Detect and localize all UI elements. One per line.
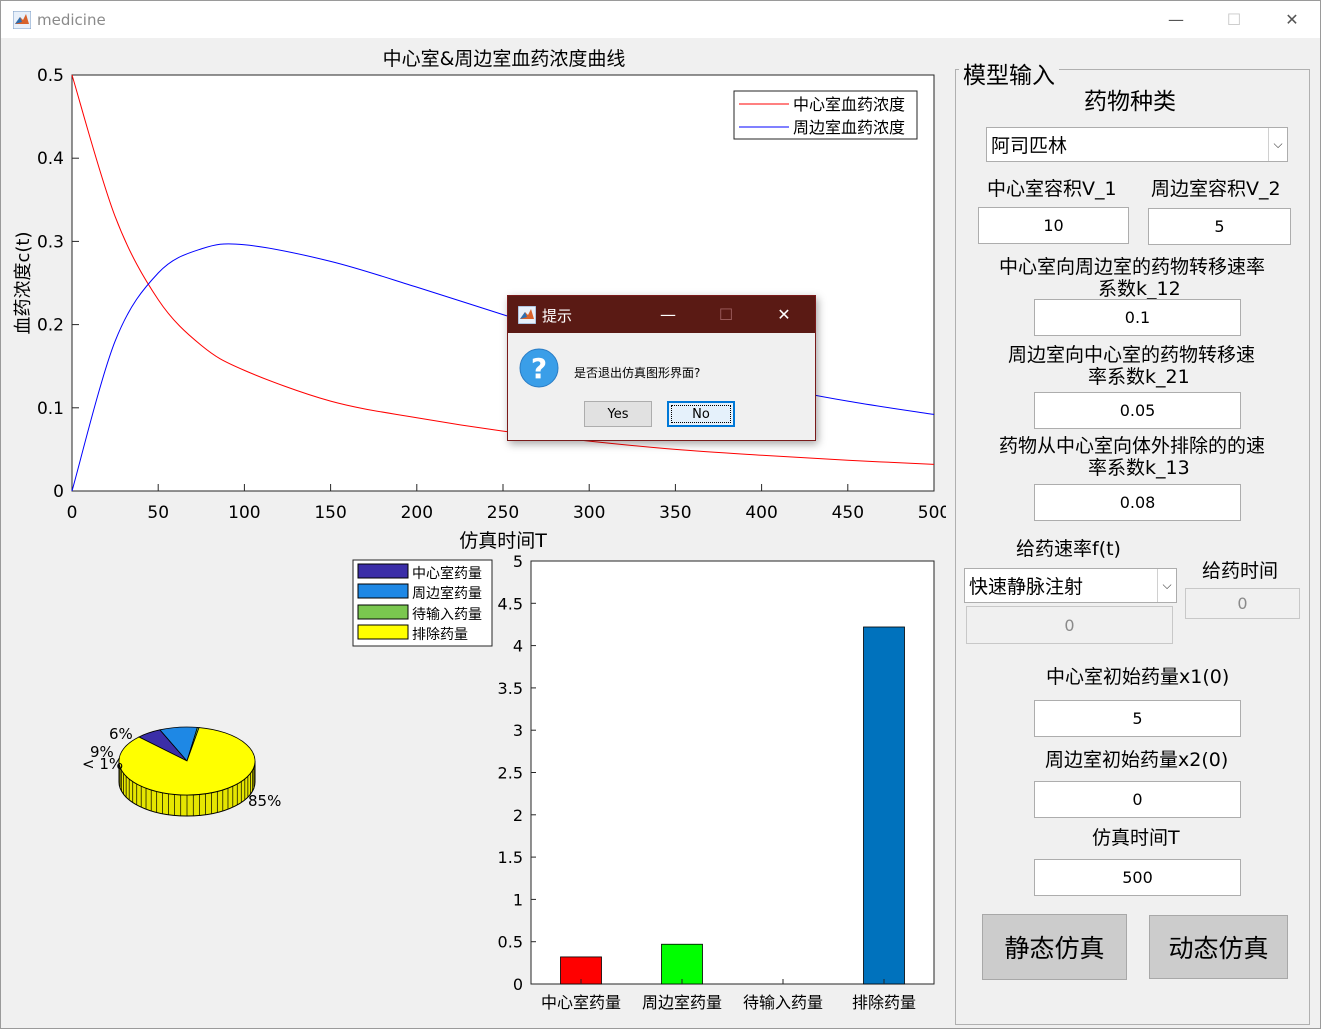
bar-y-axis: 0 0.5 1 1.5 2 2.5 3 3.5 4 4.5 5 <box>498 552 536 994</box>
matlab-icon <box>518 306 536 324</box>
sim-time-input[interactable]: 500 <box>1034 859 1241 896</box>
bar-y-tick-label: 2.5 <box>498 764 523 783</box>
bar-chart: 0 0.5 1 1.5 2 2.5 3 3.5 4 4.5 5 中心室药量 周边室药量 待输入药量 排除药… <box>498 552 935 1012</box>
close-button[interactable]: ✕ <box>1263 1 1321 38</box>
bar <box>863 626 905 985</box>
v1-label: 中心室容积V_1 <box>987 178 1117 200</box>
dosing-time-label: 给药时间 <box>1202 560 1279 582</box>
k13-label-line2: 率系数k_13 <box>1088 457 1190 479</box>
bar-x-label: 排除药量 <box>852 993 916 1012</box>
svg-text:?: ? <box>531 352 547 385</box>
dynamic-simulation-button[interactable]: 动态仿真 <box>1149 915 1288 979</box>
drug-type-select[interactable]: 阿司匹林 ⌵ <box>986 127 1288 162</box>
k13-label-line1: 药物从中心室向体外排除的的速 <box>999 435 1266 457</box>
maximize-button[interactable]: ☐ <box>1205 1 1263 38</box>
yes-button[interactable]: Yes <box>584 401 652 427</box>
bar-y-tick-label: 2 <box>513 806 523 825</box>
minimize-button[interactable]: — <box>1147 1 1205 38</box>
minimize-icon: — <box>660 305 676 324</box>
chevron-down-icon: ⌵ <box>1157 569 1176 602</box>
close-icon: ✕ <box>777 305 791 324</box>
drug-type-value: 阿司匹林 <box>991 135 1068 157</box>
bar-y-tick-label: 3.5 <box>498 679 523 698</box>
k21-label-line1: 周边室向中心室的药物转移速 <box>1008 344 1256 366</box>
bar-y-tick-label: 1 <box>513 890 523 909</box>
bar-y-tick-label: 4 <box>513 637 523 656</box>
k12-label-line1: 中心室向周边室的药物转移速率 <box>999 256 1266 278</box>
static-simulation-button[interactable]: 静态仿真 <box>982 914 1127 980</box>
k21-label-line2: 率系数k_21 <box>1088 366 1190 388</box>
bar <box>661 943 703 985</box>
no-button[interactable]: No <box>667 401 735 427</box>
x2-label: 周边室初始药量x2(0) <box>1045 749 1229 771</box>
v2-input[interactable]: 5 <box>1148 208 1291 245</box>
dosing-rate-input: 0 <box>966 606 1173 644</box>
dosing-rate-label: 给药速率f(t) <box>1016 538 1121 560</box>
confirm-dialog: 提示 — ☐ ✕ ? 是否退出仿真图形界面? Yes No <box>507 295 816 441</box>
dosing-rate-value: 快速静脉注射 <box>969 576 1084 598</box>
maximize-icon: ☐ <box>1226 10 1242 29</box>
close-icon: ✕ <box>1285 10 1299 29</box>
dialog-title-bar: 提示 — ☐ ✕ <box>508 296 815 333</box>
bar-y-tick-label: 0 <box>513 975 523 994</box>
dialog-title: 提示 <box>542 307 573 325</box>
chevron-down-icon: ⌵ <box>1268 128 1287 161</box>
maximize-icon: ☐ <box>718 305 734 324</box>
minimize-icon: — <box>1168 10 1184 29</box>
bar-x-label: 周边室药量 <box>642 993 722 1012</box>
bar-x-label: 中心室药量 <box>541 993 621 1012</box>
x1-input[interactable]: 5 <box>1034 700 1241 737</box>
x2-input[interactable]: 0 <box>1034 781 1241 818</box>
dialog-message: 是否退出仿真图形界面? <box>574 366 701 380</box>
dialog-minimize-button[interactable]: — <box>639 296 697 333</box>
bar-y-tick-label: 0.5 <box>498 933 523 952</box>
k13-input[interactable]: 0.08 <box>1034 484 1241 521</box>
x1-label: 中心室初始药量x1(0) <box>1046 666 1230 688</box>
bar-y-tick-label: 5 <box>513 552 523 571</box>
dosing-rate-select[interactable]: 快速静脉注射 ⌵ <box>964 568 1177 603</box>
bar-y-tick-label: 1.5 <box>498 848 523 867</box>
k21-input[interactable]: 0.05 <box>1034 392 1241 429</box>
v2-label: 周边室容积V_2 <box>1151 178 1281 200</box>
bar-y-tick-label: 3 <box>513 721 523 740</box>
drug-type-label: 药物种类 <box>1084 89 1176 115</box>
k12-input[interactable]: 0.1 <box>1034 299 1241 336</box>
k12-label-line2: 系数k_12 <box>1098 278 1181 300</box>
v1-input[interactable]: 10 <box>978 207 1129 244</box>
bar-y-tick-label: 4.5 <box>498 594 523 613</box>
sim-time-label: 仿真时间T <box>1092 827 1180 849</box>
panel-title: 模型输入 <box>959 56 1059 90</box>
main-window: medicine — ☐ ✕ 中心室&周边室血药浓度曲线 0 50 100 150 20… <box>0 0 1321 1029</box>
dialog-close-button[interactable]: ✕ <box>755 296 813 333</box>
dialog-maximize-button[interactable]: ☐ <box>697 296 755 333</box>
question-icon: ? <box>519 348 559 388</box>
bar-x-label: 待输入药量 <box>743 993 823 1012</box>
dosing-time-input: 0 <box>1185 588 1300 619</box>
